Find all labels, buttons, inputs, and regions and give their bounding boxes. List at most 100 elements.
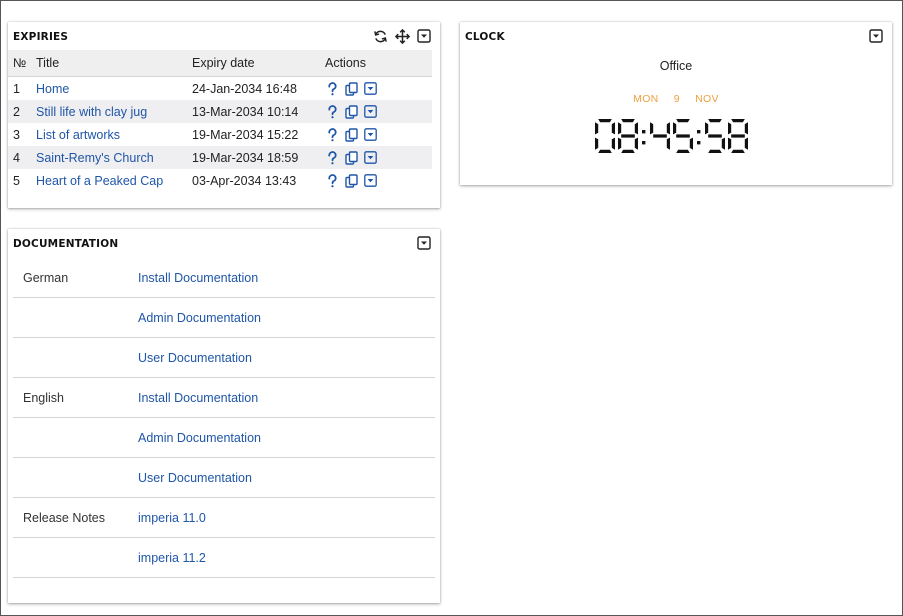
copy-icon[interactable]	[344, 127, 359, 142]
expiries-widget: EXPIRIES № Title Expiry date Actions 1 Ho…	[8, 22, 440, 208]
clock-segment	[611, 137, 615, 150]
clock-segment	[731, 119, 745, 123]
dropdown-icon[interactable]	[363, 127, 378, 142]
row-title-link[interactable]: Heart of a Peaked Cap	[36, 174, 163, 188]
clock-digit	[650, 122, 670, 150]
clock-segment	[598, 149, 612, 153]
help-icon[interactable]	[325, 127, 340, 142]
help-icon[interactable]	[325, 150, 340, 165]
dropdown-icon[interactable]	[416, 28, 432, 44]
table-row: 3 List of artworks 19-Mar-2034 15:22	[8, 123, 432, 146]
clock-segment	[676, 134, 690, 138]
clock-colon-dot	[697, 130, 701, 134]
clock-segment	[634, 137, 638, 150]
clock-segment	[598, 119, 612, 123]
clock-segment	[618, 137, 622, 150]
clock-colon-dot	[642, 130, 646, 134]
documentation-row: imperia 11.2	[13, 538, 435, 578]
clock-location-label: Office	[659, 59, 693, 73]
clock-colon-dot	[697, 141, 701, 145]
row-title-link[interactable]: List of artworks	[36, 128, 120, 142]
documentation-header: DOCUMENTATION	[8, 229, 440, 257]
clock-segment	[708, 149, 722, 153]
clock-segment	[673, 122, 677, 135]
clock-digit	[673, 119, 693, 153]
clock-segment	[676, 149, 690, 153]
documentation-link[interactable]: Admin Documentation	[138, 311, 261, 325]
move-icon[interactable]	[394, 28, 410, 44]
help-icon[interactable]	[325, 104, 340, 119]
row-title-link[interactable]: Home	[36, 82, 69, 96]
row-title-cell: List of artworks	[36, 123, 192, 146]
documentation-link[interactable]: Install Documentation	[138, 271, 258, 285]
clock-segment	[666, 137, 670, 150]
clock-digit	[595, 119, 615, 153]
documentation-category: English	[23, 391, 64, 405]
copy-icon[interactable]	[344, 81, 359, 96]
help-icon[interactable]	[325, 81, 340, 96]
row-expiry-date: 19-Mar-2034 18:59	[192, 146, 325, 169]
clock-digit	[618, 119, 638, 153]
documentation-link[interactable]: imperia 11.2	[138, 551, 206, 565]
table-header-row: № Title Expiry date Actions	[8, 50, 432, 77]
dropdown-icon[interactable]	[363, 81, 378, 96]
expiries-table: № Title Expiry date Actions 1 Home 24-Jan-…	[8, 50, 432, 192]
documentation-link[interactable]: imperia 11.0	[138, 511, 206, 525]
copy-icon[interactable]	[344, 173, 359, 188]
clock-colon-dot	[642, 141, 646, 145]
table-row: 5 Heart of a Peaked Cap 03-Apr-2034 13:43	[8, 169, 432, 192]
clock-segment	[708, 134, 722, 138]
refresh-icon[interactable]	[372, 28, 388, 44]
documentation-row: German Install Documentation	[13, 258, 435, 298]
column-header-title[interactable]: Title	[36, 50, 192, 77]
copy-icon[interactable]	[344, 150, 359, 165]
clock-segment	[595, 137, 599, 150]
row-title-link[interactable]: Saint-Remy's Church	[36, 151, 154, 165]
row-actions	[325, 146, 432, 169]
row-actions	[325, 100, 432, 123]
help-icon[interactable]	[325, 173, 340, 188]
table-row: 1 Home 24-Jan-2034 16:48	[8, 76, 432, 100]
clock-digit	[705, 119, 725, 153]
dropdown-icon[interactable]	[363, 104, 378, 119]
documentation-category: Release Notes	[23, 511, 105, 525]
expiries-tools	[372, 28, 432, 44]
clock-widget: CLOCK Office MON 9 NOV	[460, 22, 892, 185]
row-expiry-date: 03-Apr-2034 13:43	[192, 173, 297, 188]
column-header-expiry[interactable]: Expiry date	[192, 50, 325, 77]
clock-tools	[868, 28, 884, 44]
clock-segment	[634, 122, 638, 135]
dropdown-icon[interactable]	[363, 150, 378, 165]
clock-segment	[621, 119, 635, 123]
documentation-link[interactable]: Admin Documentation	[138, 431, 261, 445]
row-number: 5	[13, 173, 20, 188]
clock-day: MON	[633, 93, 659, 105]
dropdown-icon[interactable]	[363, 173, 378, 188]
documentation-link[interactable]: User Documentation	[138, 471, 252, 485]
row-actions	[325, 123, 432, 146]
clock-segment	[728, 137, 732, 150]
documentation-category: German	[23, 271, 69, 285]
documentation-row: Release Notes imperia 11.0	[13, 498, 435, 538]
copy-icon[interactable]	[344, 104, 359, 119]
clock-segment	[611, 122, 615, 135]
row-title-link[interactable]: Still life with clay jug	[36, 105, 147, 119]
row-title-cell: Heart of a Peaked Cap	[36, 169, 192, 192]
clock-segment	[676, 119, 690, 123]
documentation-widget: DOCUMENTATION German Install Documentatio…	[8, 229, 440, 603]
row-number: 4	[8, 146, 36, 169]
clock-month: NOV	[695, 93, 719, 105]
documentation-link[interactable]: Install Documentation	[138, 391, 258, 405]
clock-segment	[621, 134, 635, 138]
dropdown-icon[interactable]	[416, 235, 432, 251]
documentation-link[interactable]: User Documentation	[138, 351, 252, 365]
clock-segment	[621, 149, 635, 153]
documentation-row: User Documentation	[13, 458, 435, 498]
clock-segment	[618, 122, 622, 135]
clock-day-number: 9	[673, 93, 680, 105]
row-actions	[325, 76, 432, 100]
dropdown-icon[interactable]	[868, 28, 884, 44]
clock-segment	[708, 119, 722, 123]
clock-segment	[721, 137, 725, 150]
clock-segment	[744, 137, 748, 150]
